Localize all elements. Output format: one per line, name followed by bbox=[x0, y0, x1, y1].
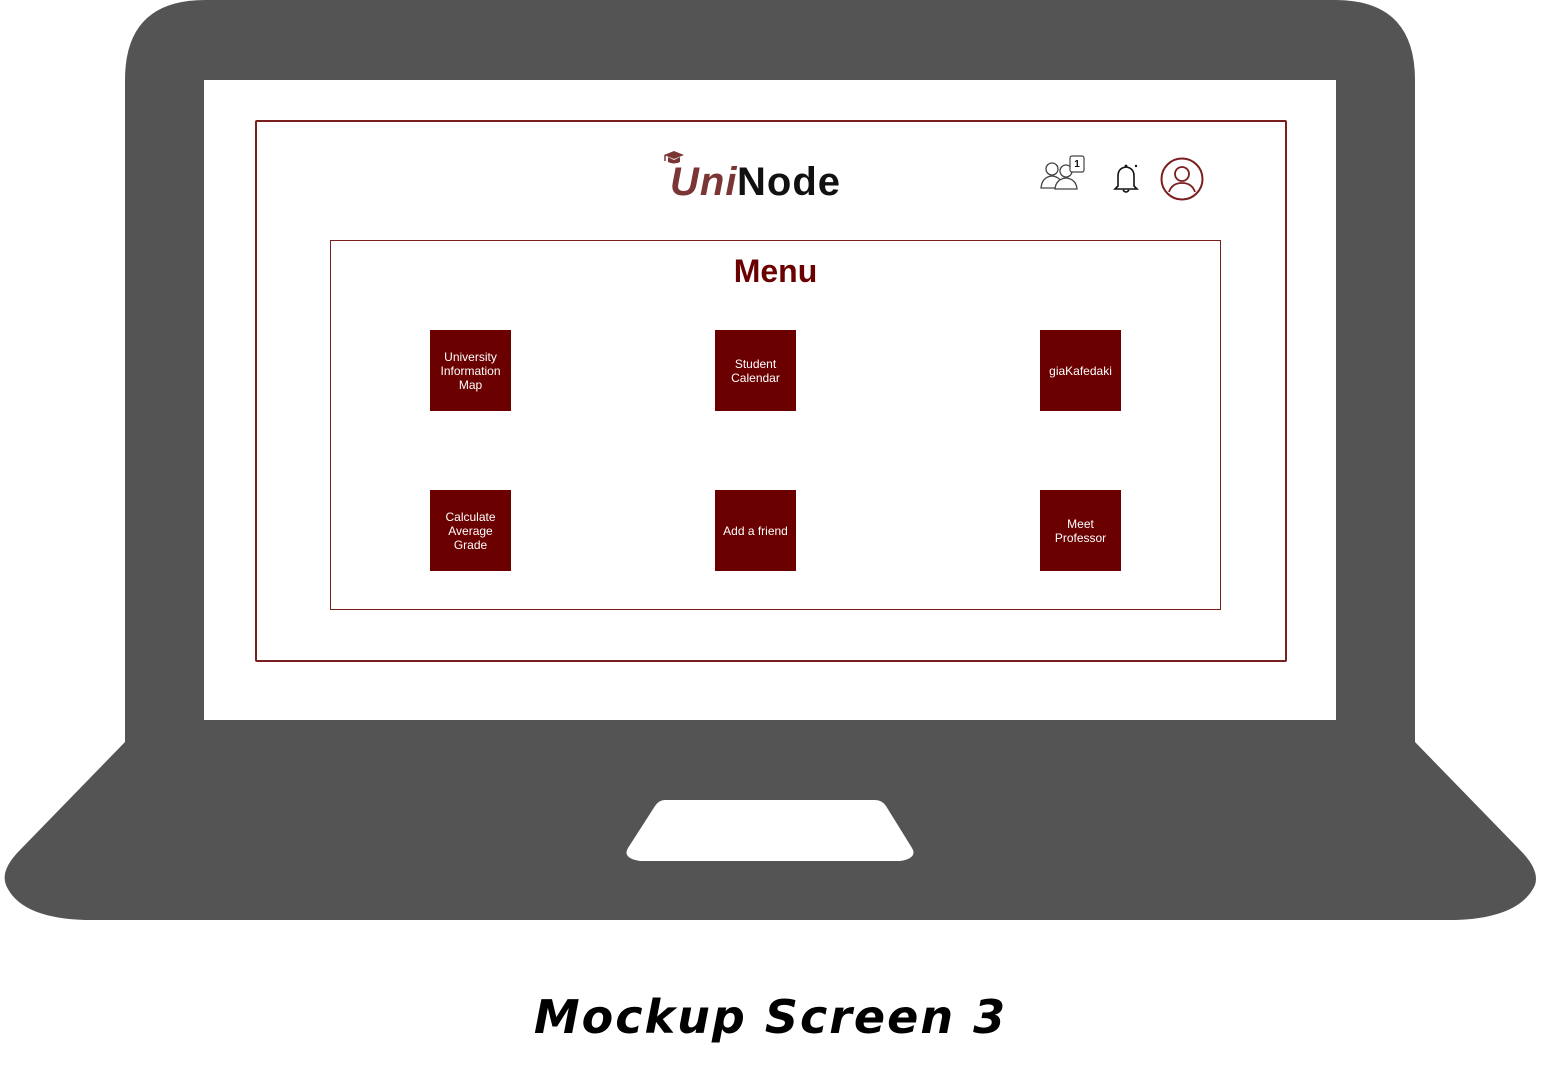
tile-calculate-average-grade[interactable]: Calculate Average Grade bbox=[430, 490, 511, 571]
bell-icon[interactable] bbox=[1112, 162, 1140, 194]
tile-label: giaKafedaki bbox=[1049, 363, 1112, 378]
menu-title: Menu bbox=[733, 253, 818, 289]
menu-panel: Menu University Information Map Student … bbox=[330, 240, 1221, 610]
mockup-caption: Mockup Screen 3 bbox=[533, 990, 1008, 1044]
tile-label: Add a friend bbox=[723, 523, 788, 538]
trackpad bbox=[626, 800, 914, 861]
friend-requests-badge: 1 bbox=[1074, 159, 1080, 170]
tile-label: Meet Professor bbox=[1054, 516, 1107, 545]
tile-label: University Information Map bbox=[440, 349, 501, 392]
tile-add-a-friend[interactable]: Add a friend bbox=[715, 490, 796, 571]
tile-label: Student Calendar bbox=[731, 356, 780, 385]
logo-text-uni: Uni bbox=[670, 160, 738, 204]
tile-label: Calculate Average Grade bbox=[445, 509, 496, 552]
logo-text-node: Node bbox=[737, 160, 841, 204]
tile-giakafedaki[interactable]: giaKafedaki bbox=[1040, 330, 1121, 411]
tile-student-calendar[interactable]: Student Calendar bbox=[715, 330, 796, 411]
tile-meet-professor[interactable]: Meet Professor bbox=[1040, 490, 1121, 571]
uninode-logo: Uni Node bbox=[662, 150, 852, 204]
tile-university-information-map[interactable]: University Information Map bbox=[430, 330, 511, 411]
app-window: Uni Node 1 Menu University Information M… bbox=[255, 120, 1287, 662]
user-profile-icon[interactable] bbox=[1160, 157, 1204, 201]
